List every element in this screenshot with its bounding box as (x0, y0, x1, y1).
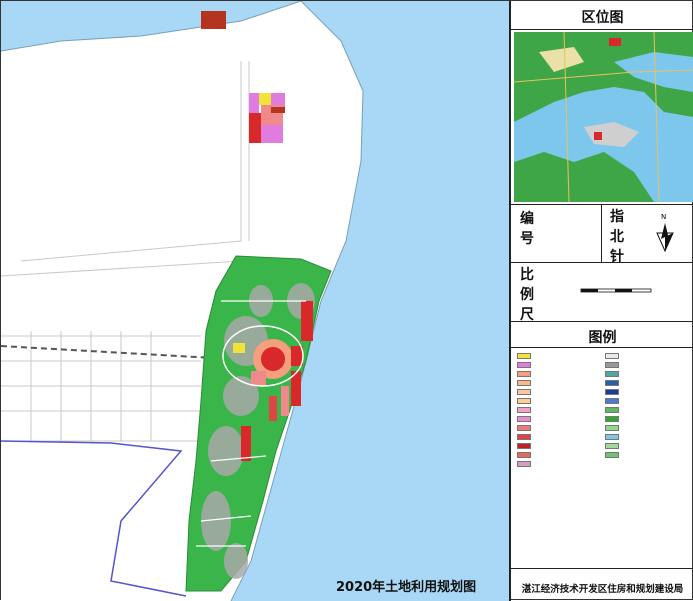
legend-item (517, 361, 534, 368)
legend-swatch (517, 460, 531, 467)
legend-item (517, 352, 534, 359)
map-title: 2020年土地利用规划图 (336, 579, 476, 595)
legend-item (605, 415, 622, 422)
legend-swatch (605, 361, 619, 368)
divider (511, 321, 693, 322)
legend-swatch (517, 361, 531, 368)
legend-item (517, 460, 534, 467)
divider (511, 262, 693, 263)
legend-swatch (605, 352, 619, 359)
legend-item (517, 397, 534, 404)
scale-label: 比例尺 (520, 267, 534, 323)
divider (601, 204, 602, 262)
info-panel: 区位图 编号 指北针 N 比例尺 图例 湛江经济技术开发区住房和规划建设局 (509, 1, 693, 601)
legend-swatch (605, 379, 619, 386)
legend-swatch (517, 379, 531, 386)
legend-item (605, 352, 622, 359)
legend-item (605, 433, 622, 440)
legend-item (517, 406, 534, 413)
legend-swatch (517, 370, 531, 377)
legend-swatch (605, 442, 619, 449)
legend-swatch (517, 433, 531, 440)
scale-bar (580, 288, 652, 293)
legend-item (605, 388, 622, 395)
legend-item (517, 388, 534, 395)
legend-item (517, 370, 534, 377)
legend-swatch (605, 424, 619, 431)
legend-swatch (517, 415, 531, 422)
parcel-cluster-mid (249, 93, 285, 143)
plan-boundary-line (1, 440, 187, 597)
divider (511, 204, 693, 205)
legend-swatch (517, 397, 531, 404)
divider (511, 347, 693, 348)
legend-item (605, 361, 622, 368)
footer-org-name: 湛江经济技术开发区住房和规划建设局 (521, 584, 684, 595)
legend-swatch (517, 406, 531, 413)
legend-swatch (517, 388, 531, 395)
legend-item (605, 379, 622, 386)
land-use-plan-sheet: 2020年土地利用规划图 区位图 编号 指北针 N 比例尺 图例 湛江经济技术开… (0, 0, 693, 601)
legend-item (517, 424, 534, 431)
legend-swatch (605, 451, 619, 458)
divider (511, 568, 693, 569)
railway-line (1, 345, 232, 360)
legend-swatch (605, 415, 619, 422)
legend-swatch (605, 388, 619, 395)
divider (511, 29, 693, 30)
legend-swatch (517, 442, 531, 449)
land-use-map[interactable]: 2020年土地利用规划图 (1, 1, 509, 601)
location-title: 区位图 (581, 10, 624, 26)
legend-swatch (605, 406, 619, 413)
legend-item (605, 451, 622, 458)
north-arrow-icon: N (656, 213, 674, 253)
legend-swatch (517, 424, 531, 431)
legend-item (605, 370, 622, 377)
legend-swatch (605, 397, 619, 404)
svg-text:N: N (661, 213, 666, 221)
legend-item (517, 433, 534, 440)
legend-swatch (517, 451, 531, 458)
legend-title: 图例 (588, 330, 617, 346)
location-inset-map[interactable] (514, 32, 693, 202)
parcel-top-red (201, 11, 226, 29)
map-drawing: 2020年土地利用规划图 (1, 1, 509, 601)
legend-swatch (517, 352, 531, 359)
legend-item (517, 415, 534, 422)
legend-item (605, 406, 622, 413)
north-label: 指北针 (610, 209, 624, 265)
serial-label: 编号 (520, 211, 534, 247)
legend-item (517, 451, 534, 458)
legend-swatch (605, 370, 619, 377)
legend-item (605, 424, 622, 431)
legend-swatch (605, 433, 619, 440)
legend-item (517, 379, 534, 386)
legend-item (605, 397, 622, 404)
legend-item (605, 442, 622, 449)
legend-item (517, 442, 534, 449)
